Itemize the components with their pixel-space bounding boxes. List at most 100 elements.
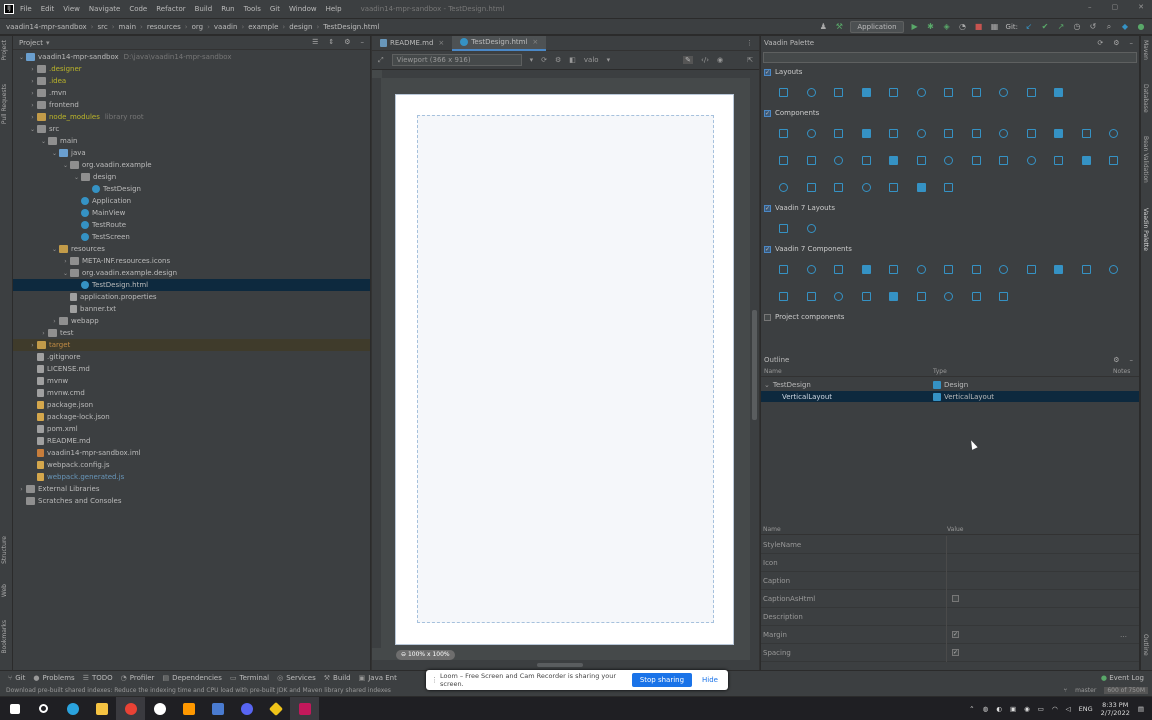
breadcrumb-item[interactable]: TestDesign.html: [323, 23, 379, 31]
menu-git[interactable]: Git: [270, 5, 280, 13]
preview-eye-icon[interactable]: ◉: [717, 56, 723, 64]
palette-item-icon[interactable]: [798, 283, 826, 310]
search-icon[interactable]: ⌕: [1104, 22, 1114, 32]
tree-item[interactable]: ⌄ vaadin14-mpr-sandbox D:\java\vaadin14-mp…: [13, 51, 370, 63]
tool-bean-validation[interactable]: Bean Validation: [1142, 136, 1149, 183]
rotate-icon[interactable]: ⟳: [541, 56, 547, 64]
menu-navigate[interactable]: Navigate: [89, 5, 120, 13]
palette-item-icon[interactable]: [880, 283, 908, 310]
palette-item-icon[interactable]: [990, 120, 1018, 147]
palette-item-icon[interactable]: [990, 283, 1018, 310]
run-configuration-select[interactable]: Application: [850, 21, 904, 33]
tool-database[interactable]: Database: [1142, 84, 1149, 113]
palette-item-icon[interactable]: [798, 79, 826, 106]
group-checkbox[interactable]: [764, 313, 771, 321]
palette-item-icon[interactable]: [1073, 147, 1101, 174]
palette-item-icon[interactable]: [880, 147, 908, 174]
property-value[interactable]: ✓: [947, 644, 959, 662]
palette-item-icon[interactable]: [853, 256, 881, 283]
intellij-app[interactable]: [290, 697, 319, 720]
gear-icon[interactable]: ⚙: [344, 38, 350, 46]
hide-icon[interactable]: –: [361, 38, 365, 46]
menu-file[interactable]: File: [20, 5, 32, 13]
scroll-thumb[interactable]: [537, 663, 583, 667]
palette-group-0[interactable]: ✓ Layouts: [761, 65, 1139, 79]
palette-item-icon[interactable]: [908, 283, 936, 310]
tool-build[interactable]: ⚒ Build: [324, 674, 351, 682]
design-mode-icon[interactable]: ✎: [683, 56, 694, 64]
tree-item[interactable]: banner.txt: [13, 303, 370, 315]
group-checkbox[interactable]: ✓: [764, 109, 771, 117]
tray-app-icon[interactable]: ◍: [983, 705, 989, 713]
tool-terminal[interactable]: ▭ Terminal: [230, 674, 269, 682]
property-row[interactable]: Description: [761, 607, 1139, 626]
property-row[interactable]: Spacing ✓: [761, 643, 1139, 662]
project-title[interactable]: Project: [19, 39, 43, 47]
user-icon[interactable]: ♟: [818, 22, 828, 32]
palette-item-icon[interactable]: [908, 120, 936, 147]
outline-row[interactable]: ⌄ TestDesign Design: [761, 379, 1139, 390]
chevron-icon[interactable]: ›: [17, 486, 26, 493]
group-checkbox[interactable]: ✓: [764, 245, 771, 253]
palette-item-icon[interactable]: [1045, 120, 1073, 147]
chevron-down-icon[interactable]: ⌄: [764, 381, 770, 389]
rollback-icon[interactable]: ↺: [1088, 22, 1098, 32]
palette-group-4[interactable]: Project components: [761, 310, 1139, 324]
palette-item-icon[interactable]: [1073, 256, 1101, 283]
git-commit-icon[interactable]: ✔: [1040, 22, 1050, 32]
tree-item[interactable]: › test: [13, 327, 370, 339]
palette-item-icon[interactable]: [935, 147, 963, 174]
discord-app[interactable]: [232, 697, 261, 720]
tree-item[interactable]: › webapp: [13, 315, 370, 327]
gear-icon[interactable]: ⚙: [1113, 39, 1119, 47]
event-log-button[interactable]: ● Event Log: [1101, 674, 1144, 682]
hide-button[interactable]: Hide: [702, 676, 718, 684]
palette-item-icon[interactable]: [1018, 79, 1046, 106]
chevron-icon[interactable]: ⌄: [28, 126, 37, 133]
palette-item-icon[interactable]: [963, 256, 991, 283]
palette-item-icon[interactable]: [963, 283, 991, 310]
refresh-icon[interactable]: ⟳: [1097, 39, 1103, 47]
menu-help[interactable]: Help: [326, 5, 342, 13]
open-in-browser-icon[interactable]: ⇱: [747, 56, 753, 64]
palette-item-icon[interactable]: [880, 120, 908, 147]
palette-item-icon[interactable]: [825, 147, 853, 174]
tree-item[interactable]: › .mvn: [13, 87, 370, 99]
tree-item[interactable]: › frontend: [13, 99, 370, 111]
tree-item[interactable]: package.json: [13, 399, 370, 411]
chevron-icon[interactable]: ›: [28, 78, 37, 85]
tree-item[interactable]: › META-INF.resources.icons: [13, 255, 370, 267]
property-value[interactable]: [947, 554, 952, 572]
design-page[interactable]: [395, 94, 734, 645]
coverage-icon[interactable]: ◈: [942, 22, 952, 32]
vertical-scrollbar[interactable]: [750, 70, 759, 660]
more-tabs-icon[interactable]: ⋮: [746, 39, 753, 47]
palette-item-icon[interactable]: [1100, 256, 1128, 283]
palette-group-1[interactable]: ✓ Components: [761, 106, 1139, 120]
palette-item-icon[interactable]: [770, 79, 798, 106]
palette-item-icon[interactable]: [825, 79, 853, 106]
palette-item-icon[interactable]: [908, 147, 936, 174]
chevron-icon[interactable]: ⌄: [72, 174, 81, 181]
palette-item-icon[interactable]: [770, 120, 798, 147]
palette-item-icon[interactable]: [825, 120, 853, 147]
tree-item[interactable]: › .idea: [13, 75, 370, 87]
palette-item-icon[interactable]: [935, 174, 963, 201]
property-value[interactable]: [947, 608, 952, 626]
clock[interactable]: 8:33 PM 2/7/2022: [1101, 701, 1130, 717]
menu-view[interactable]: View: [63, 5, 80, 13]
chevron-icon[interactable]: ›: [28, 102, 37, 109]
menu-window[interactable]: Window: [289, 5, 317, 13]
zoom-out-icon[interactable]: ⊖: [401, 651, 406, 658]
breadcrumb-item[interactable]: design: [289, 23, 312, 31]
palette-item-icon[interactable]: [990, 79, 1018, 106]
palette-theme-icon[interactable]: ◧: [569, 56, 576, 64]
tool-maven[interactable]: Maven: [1142, 40, 1149, 60]
palette-item-icon[interactable]: [908, 79, 936, 106]
tool-services[interactable]: ◎ Services: [277, 674, 316, 682]
palette-item-icon[interactable]: [880, 79, 908, 106]
outline-row[interactable]: VerticalLayout VerticalLayout: [761, 391, 1139, 402]
git-update-icon[interactable]: ↙: [1024, 22, 1034, 32]
palette-item-icon[interactable]: [853, 120, 881, 147]
fit-icon[interactable]: ⤢: [378, 56, 384, 65]
